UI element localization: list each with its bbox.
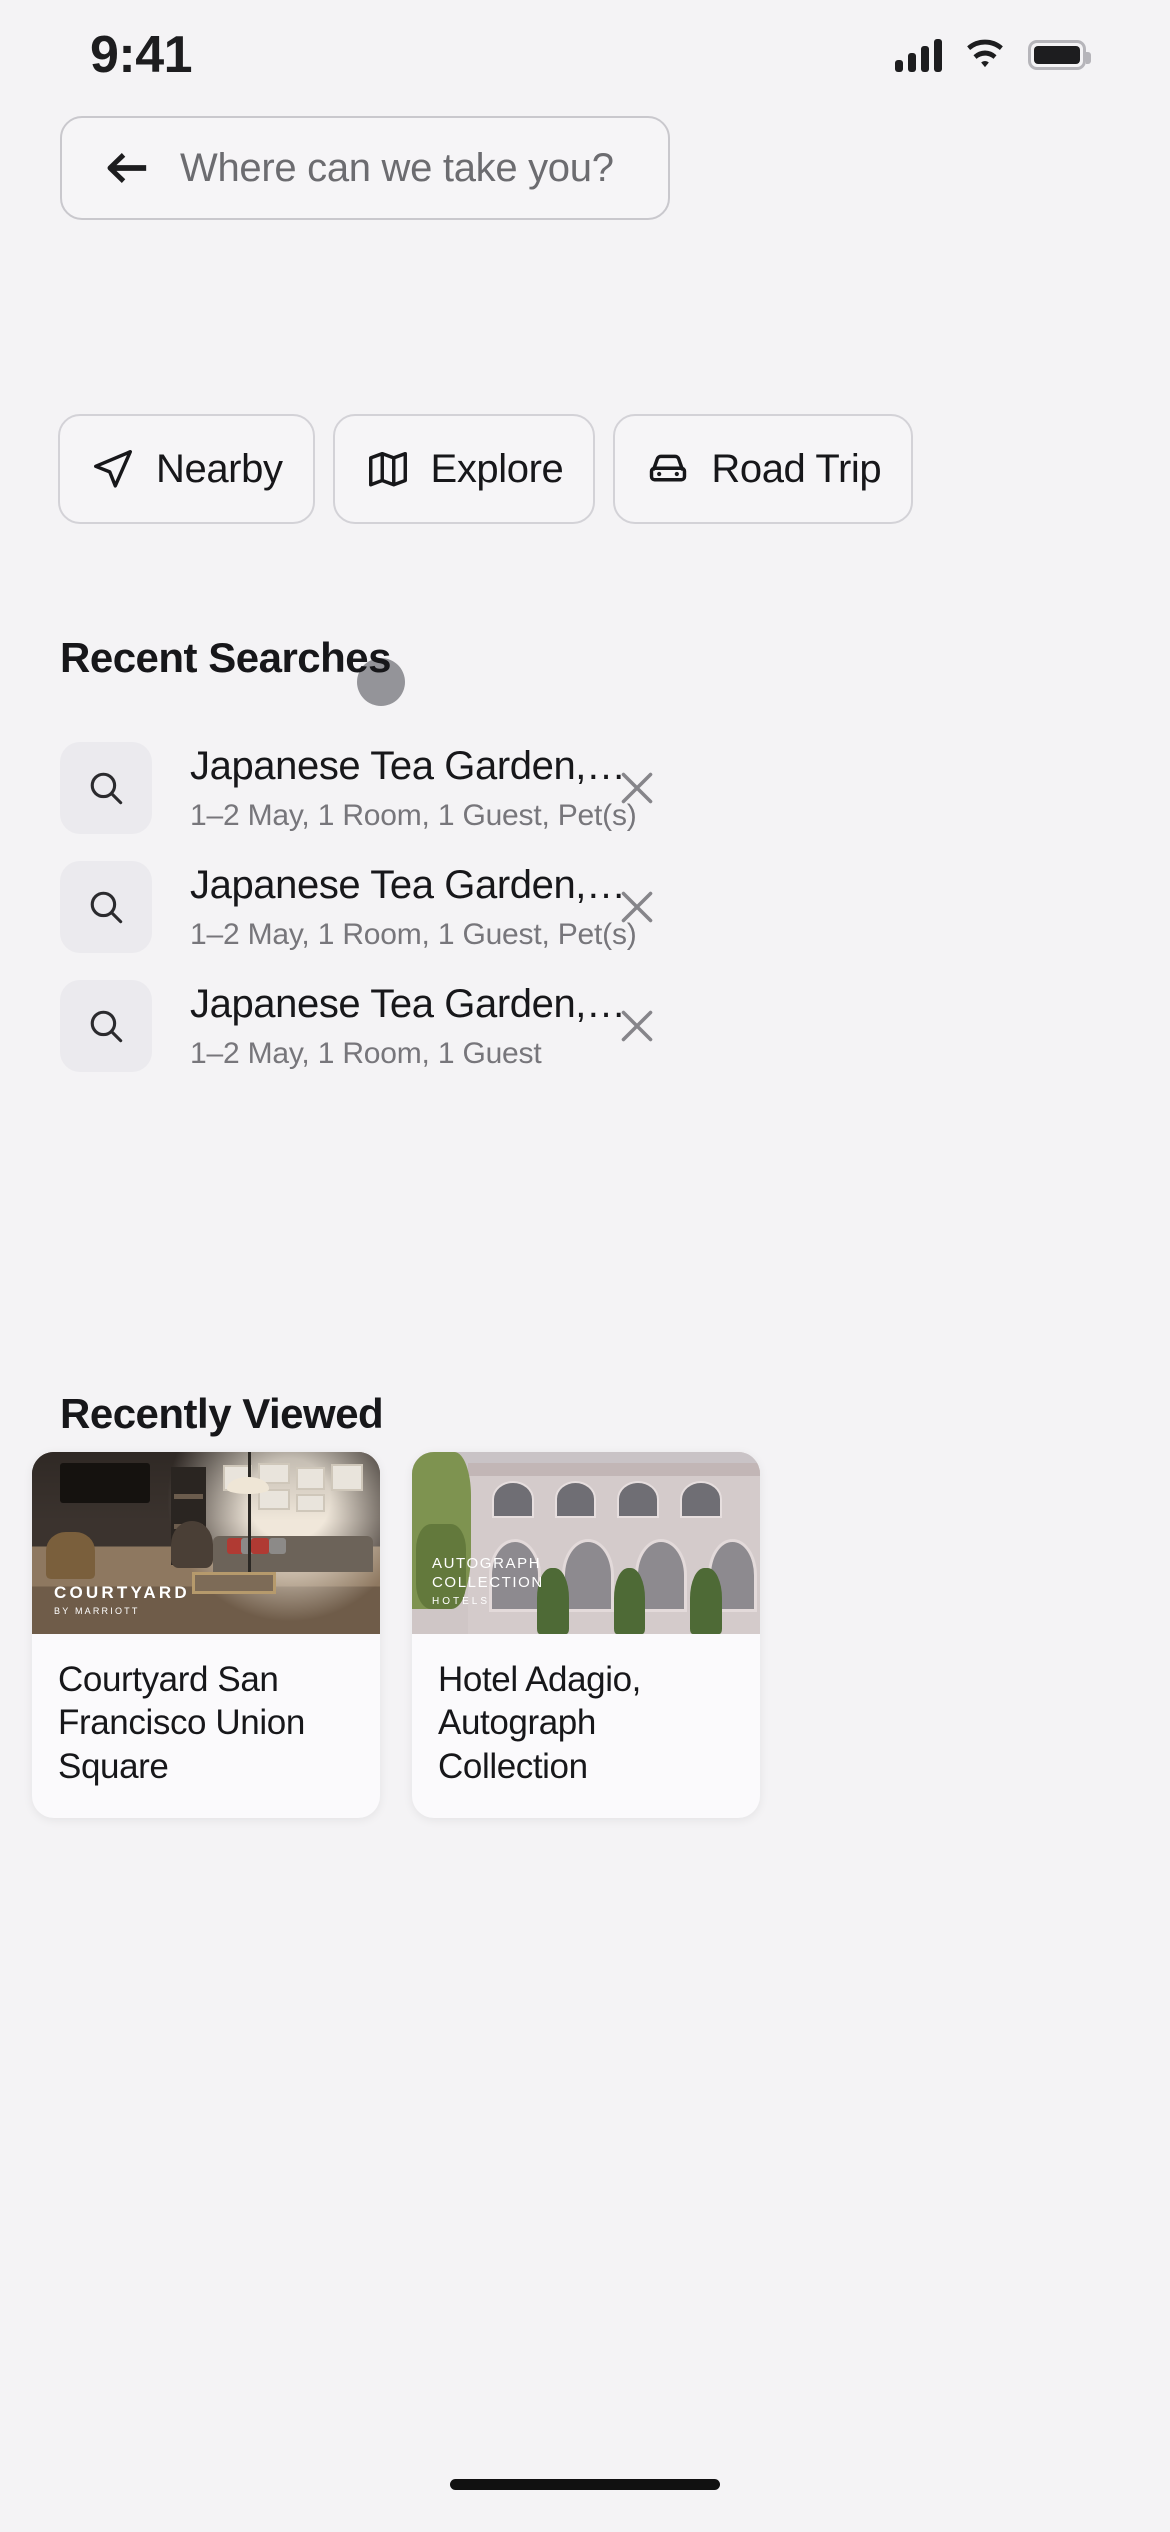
list-item[interactable]: Japanese Tea Garden,… 1–2 May, 1 Room, 1… [60,847,1110,966]
list-item-title: Japanese Tea Garden,… [190,743,626,788]
map-icon [368,451,407,487]
hotel-card-courtyard[interactable]: COURTYARD BY MARRIOTT Courtyard San Fran… [32,1452,380,1819]
close-icon[interactable] [612,1001,662,1051]
recent-searches-list: Japanese Tea Garden,… 1–2 May, 1 Room, 1… [60,728,1110,1085]
chip-road-trip-label: Road Trip [711,446,882,491]
car-front-icon [650,454,687,482]
list-item-title: Japanese Tea Garden,… [190,981,626,1026]
home-indicator[interactable] [450,2479,720,2490]
hotel-card-image: COURTYARD BY MARRIOTT [32,1452,380,1634]
list-item[interactable]: Japanese Tea Garden,… 1–2 May, 1 Room, 1… [60,728,1110,847]
chip-nearby-label: Nearby [156,446,283,491]
hotel-card-image: AUTOGRAPH COLLECTION HOTELS [412,1452,760,1634]
battery-full-icon [1028,40,1091,70]
back-arrow-icon[interactable] [104,150,150,186]
status-time: 9:41 [90,26,193,84]
recently-viewed-carousel[interactable]: COURTYARD BY MARRIOTT Courtyard San Fran… [32,1452,760,1819]
chip-road-trip[interactable]: Road Trip [613,414,914,524]
hotel-card-name: Hotel Adagio, Autograph Collection [438,1660,642,1786]
search-icon [90,1010,123,1042]
search-icon-tile [60,860,152,953]
wifi-icon [967,39,1003,68]
search-icon [90,772,123,804]
navigation-arrow-icon [94,450,132,488]
hotel-card-name: Courtyard San Francisco Union Square [58,1660,305,1786]
search-input[interactable]: Where can we take you? [180,146,614,191]
status-bar: 9:41 [0,0,1170,110]
courtyard-lobby-photo [32,1452,380,1634]
hotel-card-adagio[interactable]: AUTOGRAPH COLLECTION HOTELS Hotel Adagio… [412,1452,760,1819]
cellular-bars-icon [895,38,942,72]
search-icon-tile [60,979,152,1072]
chip-explore[interactable]: Explore [332,414,596,524]
chip-explore-label: Explore [430,446,564,491]
list-item[interactable]: Japanese Tea Garden,… 1–2 May, 1 Room, 1… [60,966,1110,1085]
search-bar[interactable]: Where can we take you? [60,116,670,220]
search-icon-tile [60,741,152,834]
chip-nearby[interactable]: Nearby [58,414,315,524]
close-icon[interactable] [612,882,662,932]
app-screen: 9:41 Where can we take you? Nearby Explo… [0,0,1170,2532]
status-icons [895,38,1091,72]
close-icon[interactable] [612,763,662,813]
search-icon [90,891,123,923]
list-item-title: Japanese Tea Garden,… [190,862,626,907]
quick-filter-chips: Nearby Explore Road Trip [58,414,914,706]
recently-viewed-title: Recently Viewed [60,1390,384,1437]
adagio-facade-photo [412,1452,760,1634]
recent-searches-title: Recent Searches [60,634,392,681]
